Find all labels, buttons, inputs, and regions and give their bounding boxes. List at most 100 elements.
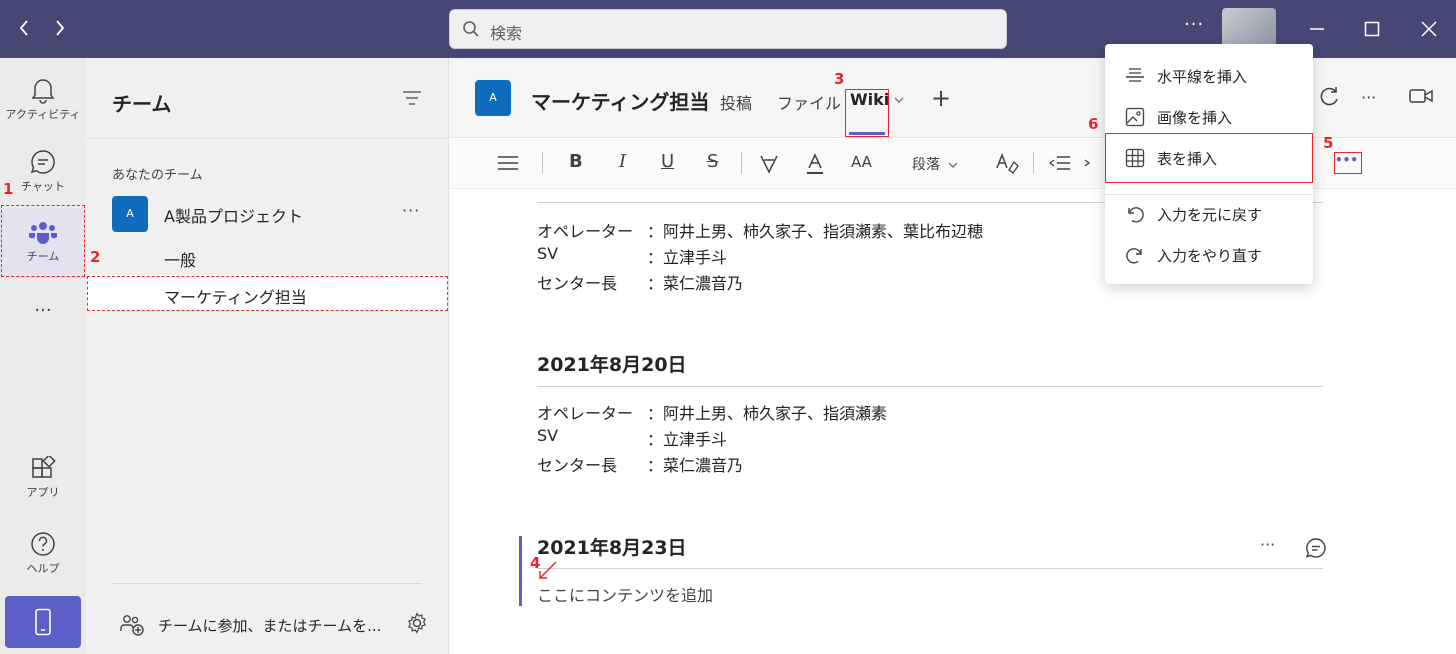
join-team-link[interactable]: チームに参加、またはチームを...: [158, 615, 381, 636]
team-list-panel: チーム あなたのチーム A A製品プロジェクト ··· 一般 マーケティング担当…: [86, 58, 449, 654]
annotation-box-3: [845, 89, 889, 137]
image-icon: [1125, 107, 1145, 127]
italic-button[interactable]: I: [619, 151, 626, 172]
search-box[interactable]: 検索: [449, 9, 1007, 49]
comment-icon[interactable]: [1305, 537, 1327, 559]
app-activity[interactable]: アクティビティ: [0, 66, 86, 136]
font-color-icon[interactable]: [805, 153, 825, 175]
divider: [1033, 152, 1034, 174]
team-name[interactable]: A製品プロジェクト: [164, 203, 303, 227]
row-label: オペレーター: [537, 404, 634, 423]
channel-title: マーケティング担当: [531, 90, 710, 114]
header-more-button[interactable]: ···: [1361, 88, 1376, 107]
refresh-icon[interactable]: [1318, 86, 1340, 108]
search-placeholder: 検索: [490, 24, 523, 43]
menu-redo[interactable]: 入力をやり直す: [1105, 237, 1313, 273]
channel-general[interactable]: 一般: [164, 247, 196, 271]
row-label: SV: [537, 244, 559, 263]
team-avatar: A: [112, 196, 148, 232]
row-value: ：菜仁濃音乃: [647, 274, 744, 293]
annotation-box-6: [1105, 133, 1313, 183]
your-teams-label: あなたのチーム: [112, 168, 203, 183]
mobile-app-button[interactable]: [5, 596, 81, 648]
row-value: ：阿井上男、柿久家子、指須瀬素: [647, 404, 888, 423]
strikethrough-button[interactable]: S: [707, 151, 718, 172]
wiki-row: センター長 ：菜仁濃音乃: [537, 452, 743, 476]
wiki-row: オペレーター ：阿井上男、柿久家子、指須瀬素、葉比布辺穂: [537, 218, 983, 242]
chevron-right-icon: [56, 20, 65, 36]
annotation-number-1: 1: [3, 180, 14, 198]
annotation-box-2: [87, 276, 448, 311]
menu-label: 画像を挿入: [1157, 109, 1233, 127]
team-more-button[interactable]: ···: [402, 201, 420, 220]
wiki-row: オペレーター ：阿井上男、柿久家子、指須瀬素: [537, 400, 887, 424]
annotation-arrow-icon: [539, 561, 557, 579]
app-help[interactable]: ヘルプ: [0, 520, 86, 590]
chevron-down-icon[interactable]: [894, 96, 904, 104]
section-more-button[interactable]: ···: [1260, 535, 1275, 554]
bold-button[interactable]: B: [569, 151, 583, 172]
annotation-number-6: 6: [1088, 115, 1099, 133]
minimize-icon: [1310, 28, 1324, 30]
tab-files[interactable]: ファイル: [777, 90, 841, 114]
paragraph-dropdown[interactable]: 段落: [912, 154, 958, 174]
annotation-number-2: 2: [90, 248, 101, 266]
channel-avatar: A: [475, 80, 511, 116]
search-icon: [463, 21, 479, 37]
settings-more-button[interactable]: ···: [1184, 14, 1204, 35]
indent-icon[interactable]: [1083, 155, 1093, 171]
add-tab-button[interactable]: +: [931, 84, 951, 112]
gear-icon[interactable]: [406, 612, 428, 634]
minimize-button[interactable]: [1302, 14, 1332, 44]
menu-undo[interactable]: 入力を元に戻す: [1105, 196, 1313, 232]
wiki-row: SV ：立津手斗: [537, 426, 727, 449]
forward-button[interactable]: [46, 14, 74, 42]
close-button[interactable]: [1414, 14, 1444, 44]
menu-insert-horizontal-line[interactable]: 水平線を挿入: [1105, 58, 1313, 94]
horizontal-line-icon: [1126, 68, 1144, 82]
maximize-button[interactable]: [1357, 14, 1387, 44]
highlight-icon[interactable]: [759, 154, 779, 174]
more-apps-button[interactable]: ···: [0, 300, 86, 321]
underline-button[interactable]: U: [661, 151, 674, 172]
menu-insert-image[interactable]: 画像を挿入: [1105, 99, 1313, 135]
phone-icon: [35, 608, 51, 636]
clear-format-icon[interactable]: [995, 152, 1019, 174]
font-size-button[interactable]: AA: [851, 153, 872, 171]
menu-label: 水平線を挿入: [1157, 68, 1248, 86]
row-value: ：立津手斗: [647, 430, 728, 449]
outdent-icon[interactable]: [1049, 155, 1071, 171]
menu-label: 入力を元に戻す: [1157, 206, 1263, 224]
content-input[interactable]: ここにコンテンツを追加: [537, 582, 713, 606]
filter-icon[interactable]: [402, 90, 422, 106]
maximize-icon: [1364, 21, 1380, 37]
menu-label: 入力をやり直す: [1157, 247, 1263, 265]
join-team-icon: [120, 615, 144, 636]
annotation-number-5: 5: [1323, 134, 1334, 152]
annotation-number-3: 3: [834, 70, 845, 88]
divider: [542, 152, 543, 174]
wiki-row: センター長 ：菜仁濃音乃: [537, 270, 743, 294]
back-button[interactable]: [10, 14, 38, 42]
menu-icon[interactable]: [497, 155, 519, 171]
team-list-title: チーム: [112, 92, 172, 116]
apps-icon: [32, 456, 56, 478]
app-apps-label: アプリ: [26, 486, 60, 499]
divider: [537, 568, 1323, 569]
app-bar: アクティビティ チャット チーム ··· アプリ ヘルプ: [0, 58, 86, 654]
divider: [112, 583, 422, 584]
active-section-indicator: [519, 536, 522, 606]
row-label: センター長: [537, 274, 618, 293]
app-apps[interactable]: アプリ: [0, 446, 86, 516]
divider: [1105, 194, 1313, 195]
chevron-down-icon: [949, 162, 958, 168]
bell-icon: [31, 79, 55, 104]
video-icon[interactable]: [1409, 86, 1433, 106]
close-icon: [1421, 21, 1437, 37]
divider: [741, 152, 742, 174]
tab-posts[interactable]: 投稿: [720, 90, 752, 114]
section-heading[interactable]: 2021年8月23日: [537, 533, 687, 560]
row-value: ：立津手斗: [647, 248, 728, 267]
user-avatar[interactable]: [1222, 8, 1276, 48]
wiki-row: SV ：立津手斗: [537, 244, 727, 267]
